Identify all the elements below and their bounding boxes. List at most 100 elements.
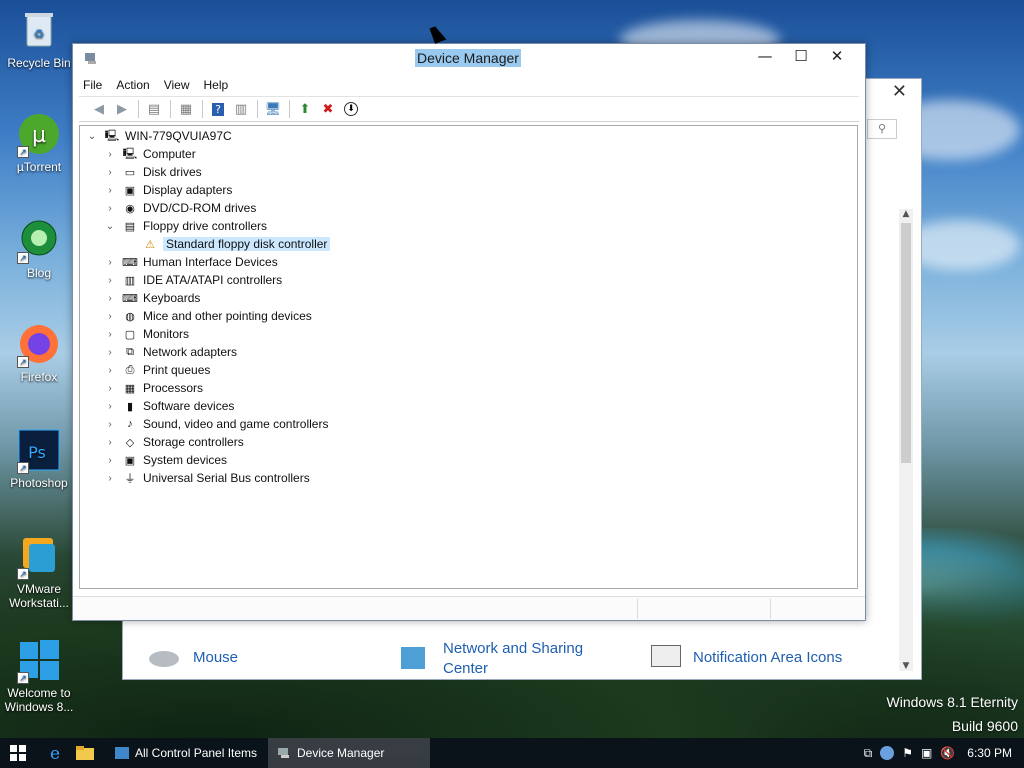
cp-item-mouse[interactable]: Mouse [193, 649, 238, 666]
tree-category[interactable]: › ⏚ Universal Serial Bus controllers [104, 469, 309, 487]
chevron-right-icon[interactable]: › [104, 203, 116, 214]
tree-device-item[interactable]: ⚠ Standard floppy disk controller [124, 235, 331, 253]
tree-category[interactable]: › ▣ System devices [104, 451, 227, 469]
chevron-right-icon[interactable]: › [104, 437, 116, 448]
taskbar-item-control-panel[interactable]: All Control Panel Items [106, 738, 266, 768]
chevron-right-icon[interactable]: › [104, 419, 116, 430]
system-tray: ⧉ ⚑ ▣ 🔇 6:30 PM [856, 738, 1012, 768]
tree-category[interactable]: › ⧉ Network adapters [104, 343, 237, 361]
scroll-up-icon[interactable]: ▲ [899, 209, 913, 219]
title-bar[interactable]: Device Manager — ☐ ✕ [73, 44, 865, 74]
desktop-icon-blog[interactable]: ↗ Blog [0, 218, 78, 280]
flag-icon[interactable]: ⚑ [902, 746, 913, 760]
desktop-icon-utorrent[interactable]: µ ↗ µTorrent [0, 112, 78, 174]
menu-view[interactable]: View [164, 78, 190, 92]
user-tray-icon[interactable] [880, 746, 895, 760]
display-adapter-icon: ▣ [124, 184, 136, 197]
svg-text:e: e [50, 744, 60, 763]
control-panel-icon [114, 746, 130, 760]
menu-help[interactable]: Help [204, 78, 229, 92]
view-icon[interactable]: ▥ [230, 99, 252, 119]
search-icon[interactable]: ⚲ [867, 119, 897, 139]
maximize-button[interactable]: ☐ [783, 44, 819, 70]
tree-category[interactable]: › ▭ Disk drives [104, 163, 201, 181]
tree-category[interactable]: › ◉ DVD/CD-ROM drives [104, 199, 256, 217]
cp-item-notification-icons[interactable]: Notification Area Icons [693, 649, 842, 666]
desktop-icon-photoshop[interactable]: Ps ↗ Photoshop [0, 428, 78, 490]
scan-hardware-icon[interactable]: 🖥 [262, 99, 284, 119]
volume-icon[interactable]: 🔇 [940, 746, 955, 760]
processor-icon: ▦ [124, 382, 136, 395]
chevron-right-icon[interactable]: › [104, 311, 116, 322]
chevron-right-icon[interactable]: › [104, 401, 116, 412]
tree-category[interactable]: ⌄ ▤ Floppy drive controllers [104, 217, 267, 235]
chevron-right-icon[interactable]: › [104, 257, 116, 268]
chevron-right-icon[interactable]: › [104, 293, 116, 304]
chevron-right-icon[interactable]: › [104, 149, 116, 160]
minimize-button[interactable]: — [747, 44, 783, 70]
desktop-icon-welcome[interactable]: ↗ Welcome to Windows 8... [0, 638, 78, 714]
chevron-right-icon[interactable]: › [104, 473, 116, 484]
chevron-down-icon[interactable]: ⌄ [104, 221, 116, 232]
internet-explorer-icon[interactable]: e [44, 743, 66, 764]
desktop-icon-recycle-bin[interactable]: ♻ Recycle Bin [0, 8, 78, 70]
chevron-right-icon[interactable]: › [104, 455, 116, 466]
chevron-right-icon[interactable]: › [104, 329, 116, 340]
properties-icon[interactable]: ▦ [175, 99, 197, 119]
network-adapter-icon: ⧉ [126, 345, 134, 358]
desktop-icon-vmware[interactable]: ↗ VMware Workstati... [0, 534, 78, 610]
device-manager-window[interactable]: Device Manager — ☐ ✕ File Action View He… [72, 43, 866, 621]
tree-category[interactable]: › ◇ Storage controllers [104, 433, 243, 451]
device-tree[interactable]: ⌄ 🖳 WIN-779QVUIA97C › 🖳 Computer › ▭ Disk dri… [79, 125, 858, 589]
tree-category[interactable]: › ▮ Software devices [104, 397, 234, 415]
back-arrow-icon[interactable]: ◀ [88, 99, 110, 119]
help-icon[interactable]: ? [207, 99, 229, 119]
scroll-down-icon[interactable]: ▼ [899, 661, 913, 671]
tree-category[interactable]: › ▥ IDE ATA/ATAPI controllers [104, 271, 282, 289]
chevron-right-icon[interactable]: › [104, 365, 116, 376]
chevron-right-icon[interactable]: › [104, 167, 116, 178]
tree-category[interactable]: › ◍ Mice and other pointing devices [104, 307, 311, 325]
show-hide-console-tree-icon[interactable]: ▤ [143, 99, 165, 119]
clock[interactable]: 6:30 PM [967, 746, 1012, 760]
tree-root[interactable]: ⌄ 🖳 WIN-779QVUIA97C [86, 127, 232, 145]
scrollbar[interactable]: ▲ ▼ [899, 209, 913, 671]
cp-item-network-sharing[interactable]: Network and Sharing Center [443, 639, 623, 675]
menu-file[interactable]: File [83, 78, 102, 92]
forward-arrow-icon[interactable]: ▶ [111, 99, 133, 119]
tree-category[interactable]: › ⌨ Human Interface Devices [104, 253, 277, 271]
watermark-build: Build 9600 [951, 718, 1018, 734]
chevron-right-icon[interactable]: › [104, 383, 116, 394]
network-tray-icon[interactable]: ⧉ [864, 746, 873, 761]
desktop-icon-firefox[interactable]: ↗ Firefox [0, 322, 78, 384]
update-driver-icon[interactable]: ⬆ [294, 99, 316, 119]
tree-label: Floppy drive controllers [143, 219, 268, 233]
tree-category[interactable]: › ▣ Display adapters [104, 181, 232, 199]
chevron-right-icon[interactable]: › [104, 347, 116, 358]
close-icon[interactable]: ✕ [892, 81, 907, 102]
tree-category[interactable]: › ▢ Monitors [104, 325, 189, 343]
printer-icon: ⎙ [125, 363, 135, 376]
shortcut-arrow-icon: ↗ [17, 252, 29, 264]
taskbar-item-device-manager[interactable]: Device Manager [268, 738, 430, 768]
close-button[interactable]: ✕ [819, 44, 855, 70]
uninstall-icon[interactable]: ✖ [317, 99, 339, 119]
disable-device-icon[interactable]: ⬇ [340, 99, 362, 119]
chevron-down-icon[interactable]: ⌄ [86, 131, 98, 142]
chevron-right-icon[interactable]: › [104, 185, 116, 196]
tree-category[interactable]: › ▦ Processors [104, 379, 203, 397]
ide-controller-icon: ▥ [124, 274, 136, 287]
tree-category[interactable]: › ♪ Sound, video and game controllers [104, 415, 328, 433]
start-button[interactable] [10, 745, 26, 761]
storage-controller-icon: ◇ [125, 436, 135, 449]
tree-category[interactable]: › ⌨ Keyboards [104, 289, 200, 307]
tree-category[interactable]: › 🖳 Computer [104, 145, 195, 163]
software-device-icon: ▮ [126, 400, 134, 413]
scrollbar-thumb[interactable] [901, 223, 911, 463]
menu-action[interactable]: Action [116, 78, 149, 92]
chevron-right-icon[interactable]: › [104, 275, 116, 286]
network-icon [401, 647, 425, 669]
tree-category[interactable]: › ⎙ Print queues [104, 361, 210, 379]
network-status-icon[interactable]: ▣ [921, 746, 932, 760]
file-explorer-icon[interactable] [74, 743, 96, 763]
